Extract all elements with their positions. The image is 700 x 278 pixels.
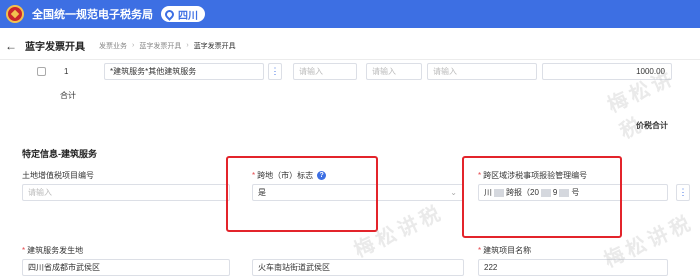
row-checkbox[interactable] (37, 67, 46, 76)
project-name-label: 建筑项目名称 (483, 246, 532, 255)
highlight-box (226, 156, 378, 232)
amount-field[interactable]: 1000.00 (542, 63, 672, 80)
service-location-label: 建筑服务发生地 (27, 246, 84, 255)
price-tax-total-label: 价税合计 (636, 121, 668, 130)
project-name-input[interactable]: 222 (478, 259, 668, 276)
breadcrumb-item-current: 蓝字发票开具 (193, 42, 236, 50)
row-seq: 1 (64, 67, 69, 76)
table-row: 1 *建筑服务*其他建筑服务 ⋮ 请输入 请输入 请输入 1000.00 (0, 60, 700, 84)
page-title: 蓝字发票开具 (25, 42, 85, 53)
breadcrumb-item-blue-invoice[interactable]: 蓝字发票开具 (139, 41, 181, 51)
subtotal-label: 合计 (60, 91, 76, 100)
unit-field[interactable]: 请输入 (366, 63, 422, 80)
service-location-label-wrap: * 建筑服务发生地 (22, 246, 84, 255)
national-emblem-icon (6, 5, 24, 23)
more-dots-icon: ⋮ (678, 187, 688, 197)
land-vat-label: 土地增值税项目编号 (22, 171, 94, 180)
region-label: 四川 (178, 10, 198, 22)
project-name-label-wrap: * 建筑项目名称 (478, 246, 532, 255)
breadcrumb-separator-icon: › (132, 42, 135, 49)
land-vat-input[interactable]: 请输入 (22, 184, 230, 201)
section-title: 特定信息-建筑服务 (22, 149, 97, 159)
breadcrumb-item-invoice-business[interactable]: 发票业务 (99, 41, 127, 51)
top-bar: 全国统一规范电子税务局 四川 (0, 0, 700, 28)
breadcrumb: 发票业务 › 蓝字发票开具 › 蓝字发票开具 (99, 41, 236, 51)
highlight-box (462, 156, 622, 238)
region-selector[interactable]: 四川 (161, 6, 205, 22)
item-more-button[interactable]: ⋮ (268, 63, 282, 80)
chevron-down-icon: ⌄ (450, 188, 457, 197)
breadcrumb-separator-icon: › (186, 42, 189, 49)
service-location-select[interactable]: 四川省成都市武侯区 (22, 259, 230, 276)
spec-field[interactable]: 请输入 (293, 63, 357, 80)
item-name-field[interactable]: *建筑服务*其他建筑服务 (104, 63, 264, 80)
mgmt-more-button[interactable]: ⋮ (676, 184, 690, 201)
back-arrow-icon[interactable]: ← (5, 39, 17, 53)
app-title: 全国统一规范电子税务局 (32, 9, 153, 21)
service-address-input[interactable]: 火车南站街道武侯区 (252, 259, 464, 276)
location-pin-icon (163, 7, 176, 21)
page-header: ← 蓝字发票开具 发票业务 › 蓝字发票开具 › 蓝字发票开具 (0, 32, 700, 60)
quantity-field[interactable]: 请输入 (427, 63, 537, 80)
more-dots-icon: ⋮ (270, 66, 280, 76)
